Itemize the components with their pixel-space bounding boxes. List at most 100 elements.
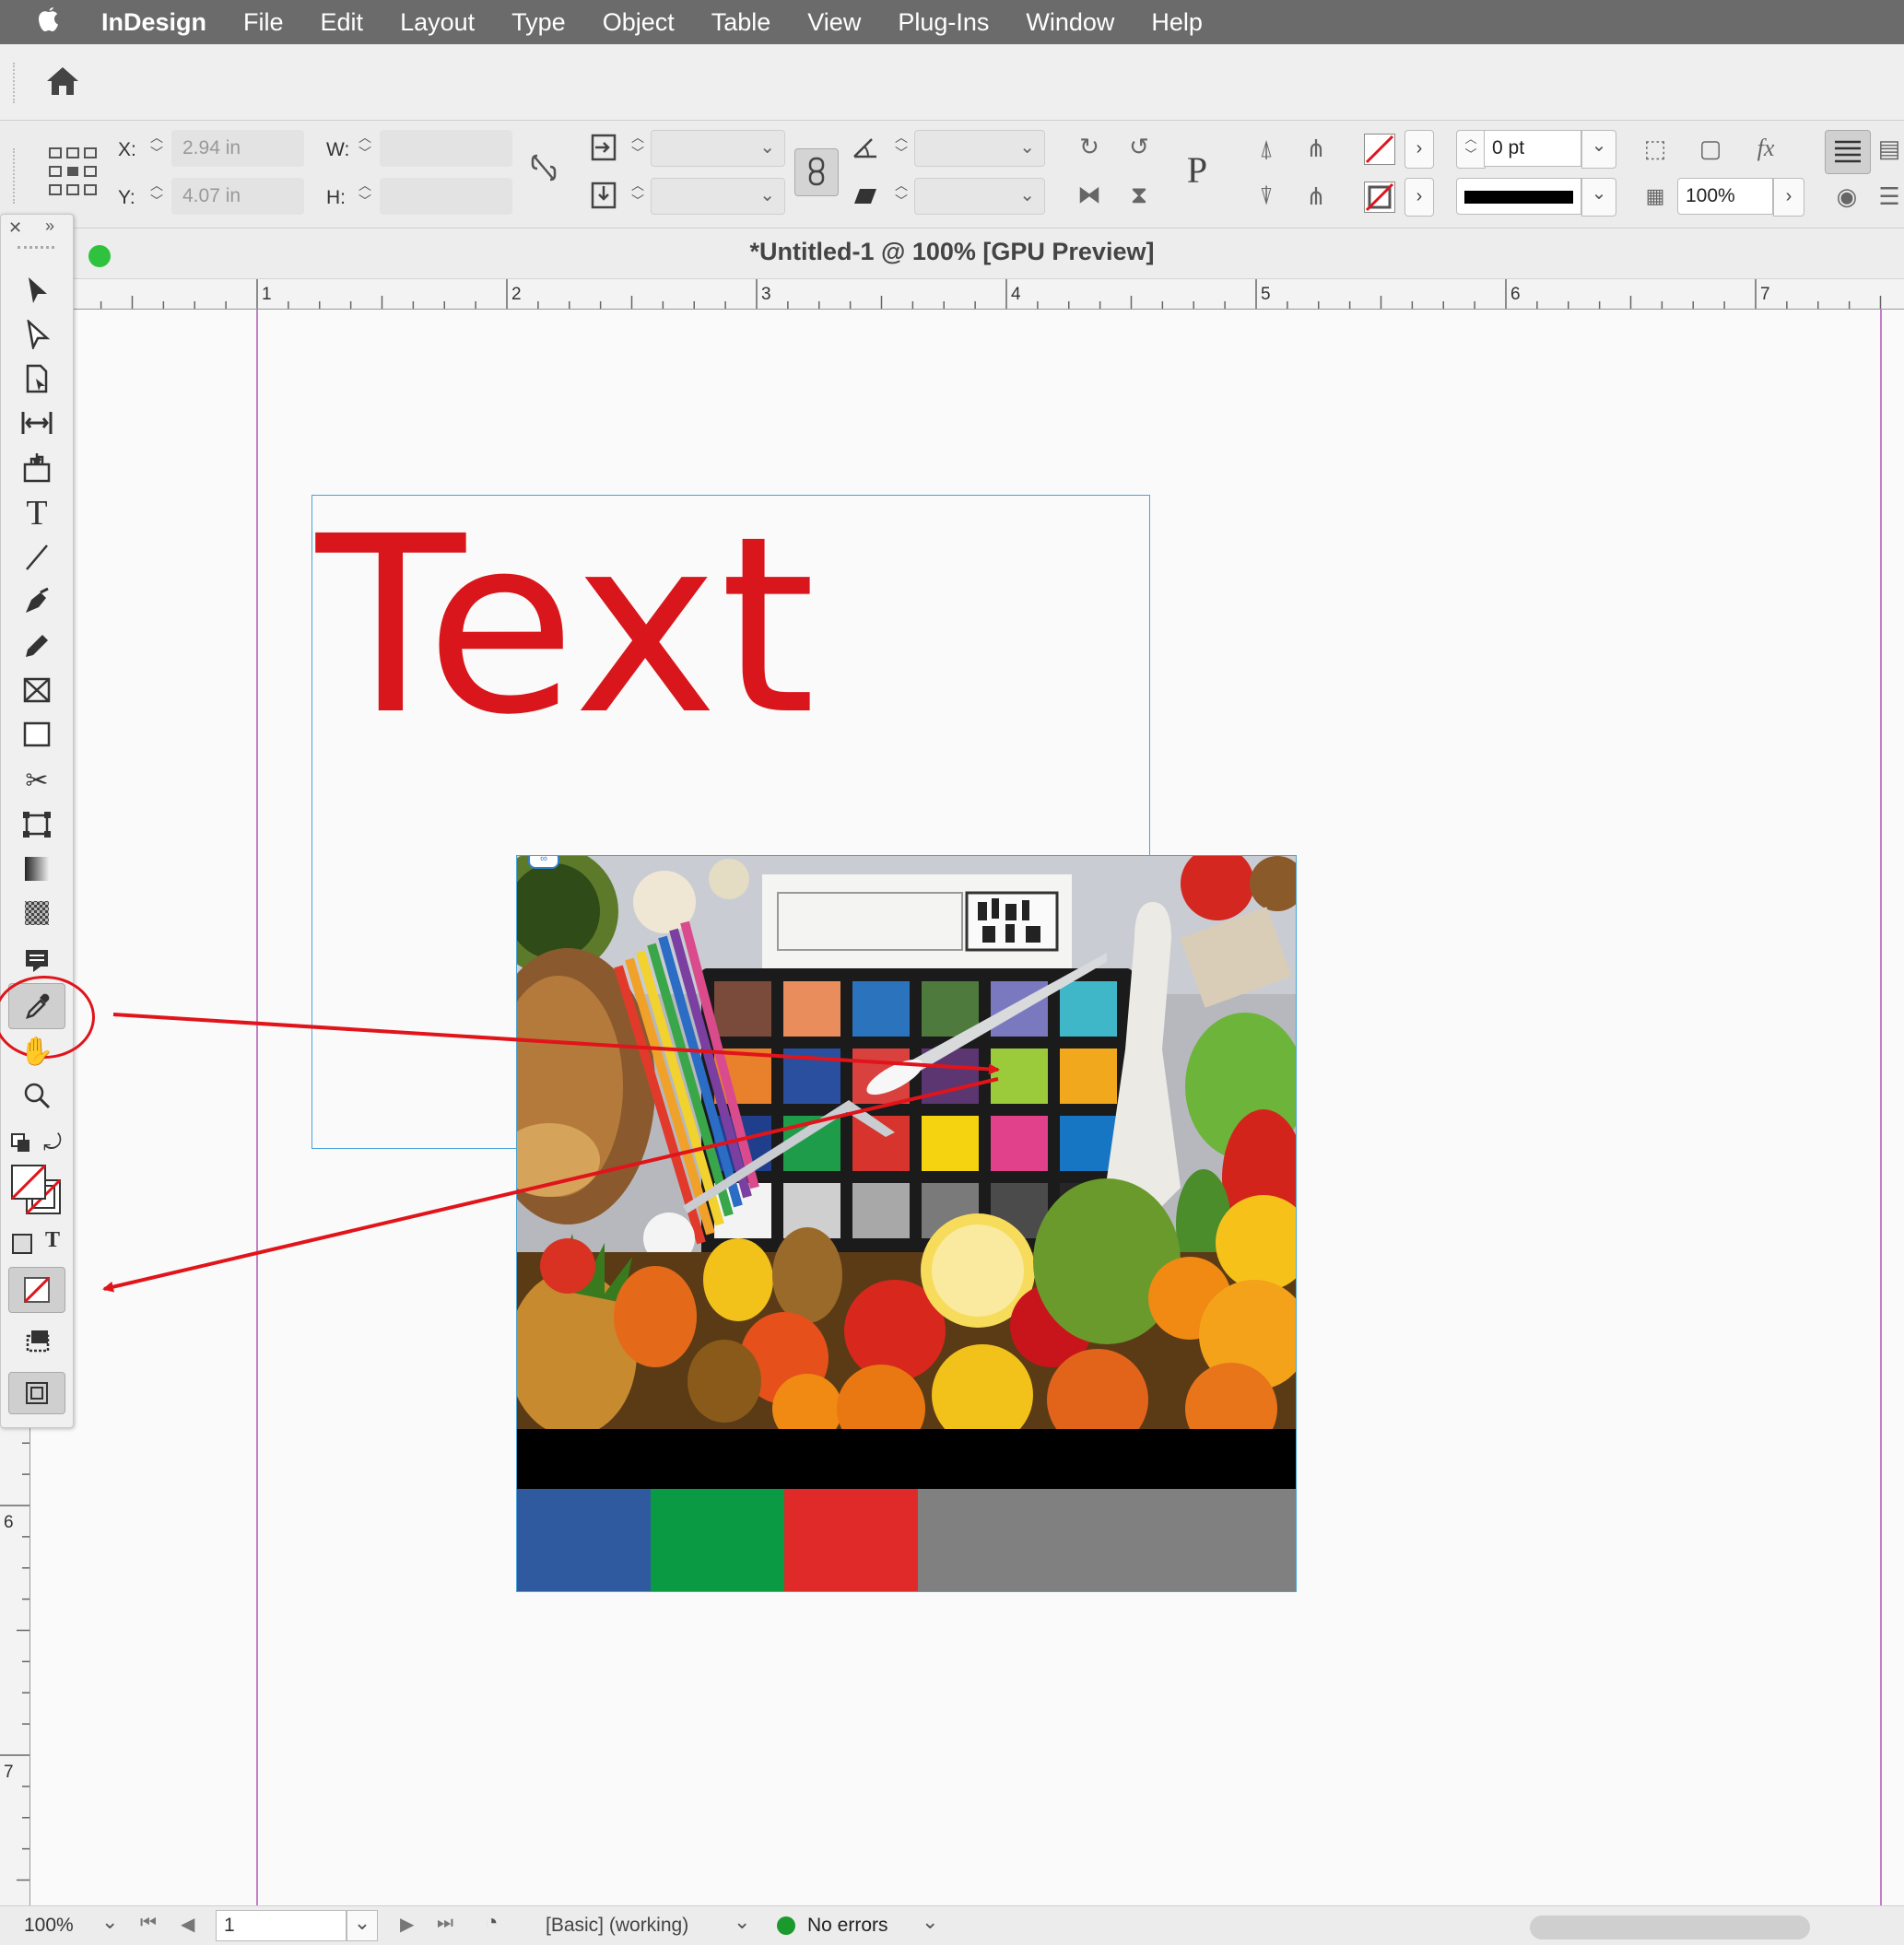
h-stepper[interactable]: ︿ ﹀	[354, 178, 376, 215]
w-stepper[interactable]: ︿ ﹀	[354, 130, 376, 167]
x-field[interactable]: 2.94 in	[171, 130, 304, 167]
text-wrap-jump-icon[interactable]: ☰	[1871, 178, 1904, 215]
flip-vertical-icon[interactable]: ⧗	[1121, 176, 1158, 213]
opacity-dropdown[interactable]: ›	[1773, 178, 1804, 217]
grip-handle[interactable]	[13, 148, 15, 204]
y-field[interactable]: 4.07 in	[171, 178, 304, 215]
stroke-swatch-dropdown[interactable]: ›	[1404, 178, 1434, 217]
view-mode-icon[interactable]	[8, 1372, 65, 1414]
close-panel-icon[interactable]: ✕	[8, 218, 22, 238]
menu-type[interactable]: Type	[493, 8, 584, 37]
menu-layout[interactable]: Layout	[382, 8, 493, 37]
hand-tool-icon[interactable]: ✋	[8, 1031, 65, 1072]
previous-page-icon[interactable]: ◀	[181, 1913, 194, 1936]
stroke-swatch-none-icon[interactable]	[1364, 182, 1395, 213]
text-wrap-none-icon[interactable]	[1825, 130, 1871, 174]
x-stepper[interactable]: ︿ ﹀	[146, 130, 168, 167]
menu-edit[interactable]: Edit	[302, 8, 382, 37]
y-stepper[interactable]: ︿ ﹀	[146, 178, 168, 215]
formatting-container-icon[interactable]	[12, 1234, 32, 1254]
fx-effects-icon[interactable]: fx	[1747, 130, 1784, 167]
text-wrap-bounding-icon[interactable]: ▤	[1871, 130, 1904, 167]
page-number-field[interactable]: 1	[216, 1910, 347, 1941]
page-tool-icon[interactable]	[8, 358, 65, 399]
pen-tool-icon[interactable]	[8, 581, 65, 622]
select-previous-object-icon[interactable]: ⋔	[1298, 130, 1334, 167]
rotate-counterclockwise-icon[interactable]: ↺	[1121, 128, 1158, 165]
panel-grip[interactable]	[18, 246, 54, 249]
constrain-scale-icon[interactable]	[794, 148, 839, 196]
content-collector-tool-icon[interactable]	[8, 447, 65, 487]
rotation-dropdown[interactable]: ⌄	[914, 130, 1045, 167]
apple-menu-icon[interactable]	[0, 6, 83, 40]
gap-tool-icon[interactable]	[8, 403, 65, 443]
type-tool-icon[interactable]: T	[8, 493, 65, 533]
select-container-icon[interactable]: ⍋	[1248, 130, 1285, 167]
menu-plug-ins[interactable]: Plug-Ins	[879, 8, 1007, 37]
menu-view[interactable]: View	[789, 8, 879, 37]
rectangle-tool-icon[interactable]	[8, 714, 65, 755]
scale-x-stepper[interactable]: ︿ ﹀	[627, 130, 649, 167]
stroke-weight-field[interactable]: 0 pt	[1484, 130, 1581, 167]
shear-stepper[interactable]: ︿ ﹀	[890, 178, 912, 215]
screen-mode-icon[interactable]	[8, 1320, 65, 1361]
stroke-weight-stepper[interactable]: ︿ ﹀	[1456, 130, 1486, 169]
home-icon[interactable]	[44, 64, 85, 101]
next-page-icon[interactable]: ▶	[400, 1913, 414, 1936]
flip-horizontal-icon[interactable]: ⧓	[1071, 176, 1108, 213]
shear-dropdown[interactable]: ⌄	[914, 178, 1045, 215]
pencil-tool-icon[interactable]	[8, 626, 65, 666]
menu-help[interactable]: Help	[1133, 8, 1221, 37]
scale-y-dropdown[interactable]: ⌄	[651, 178, 785, 215]
fill-stroke-none-icon[interactable]	[10, 1164, 64, 1217]
expand-panel-icon[interactable]: »	[45, 217, 54, 236]
rotate-clockwise-icon[interactable]: ↻	[1071, 128, 1108, 165]
menu-table[interactable]: Table	[693, 8, 790, 37]
scale-y-stepper[interactable]: ︿ ﹀	[627, 178, 649, 215]
direct-selection-tool-icon[interactable]	[8, 314, 65, 355]
zoom-dropdown-icon[interactable]: ⌄	[101, 1910, 118, 1934]
gradient-swatch-tool-icon[interactable]	[8, 849, 65, 889]
grip-handle[interactable]	[13, 63, 17, 103]
w-field[interactable]	[380, 130, 512, 167]
first-page-icon[interactable]: ⏮	[140, 1913, 157, 1934]
frame-fitting-p-icon[interactable]: P	[1172, 145, 1222, 196]
formatting-text-icon[interactable]: T	[45, 1228, 60, 1253]
fill-swatch-dropdown[interactable]: ›	[1404, 130, 1434, 169]
preflight-profile[interactable]: [Basic] (working)	[546, 1915, 688, 1937]
preflight-profile-dropdown-icon[interactable]: ⌄	[734, 1910, 750, 1934]
preflight-errors-text[interactable]: No errors	[807, 1915, 888, 1937]
stroke-weight-dropdown[interactable]: ⌄	[1581, 130, 1616, 169]
fill-swatch-none-icon[interactable]	[1364, 134, 1395, 165]
select-content-icon[interactable]: ⍒	[1248, 178, 1285, 215]
menu-window[interactable]: Window	[1007, 8, 1133, 37]
rotation-stepper[interactable]: ︿ ﹀	[890, 130, 912, 167]
text-wrap-shape-icon[interactable]: ◉	[1828, 178, 1865, 215]
default-fill-stroke-icon[interactable]	[10, 1132, 32, 1154]
horizontal-scrollbar[interactable]	[1530, 1916, 1810, 1939]
line-tool-icon[interactable]	[8, 537, 65, 578]
selection-tool-icon[interactable]	[8, 270, 65, 310]
select-next-object-icon[interactable]: ⋔	[1298, 178, 1334, 215]
preflight-menu-dropdown-icon[interactable]: ⌄	[922, 1910, 938, 1934]
drop-shadow-icon[interactable]: ⬚	[1637, 130, 1674, 167]
scale-x-dropdown[interactable]: ⌄	[651, 130, 785, 167]
stroke-type-selector[interactable]	[1456, 178, 1581, 215]
scissors-tool-icon[interactable]: ✂	[8, 760, 65, 801]
menu-object[interactable]: Object	[584, 8, 693, 37]
h-field[interactable]	[380, 178, 512, 215]
constrain-proportions-icon[interactable]	[525, 152, 562, 189]
gradient-feather-tool-icon[interactable]	[8, 893, 65, 933]
page-dropdown-icon[interactable]: ⌄	[347, 1910, 378, 1941]
last-page-icon[interactable]: ⏭	[437, 1913, 453, 1934]
free-transform-tool-icon[interactable]	[8, 804, 65, 845]
rectangle-frame-tool-icon[interactable]	[8, 670, 65, 710]
frame-icon[interactable]: ▢	[1692, 130, 1729, 167]
reference-point-icon[interactable]	[48, 146, 98, 196]
menu-file[interactable]: File	[225, 8, 302, 37]
stroke-type-dropdown[interactable]: ⌄	[1581, 178, 1616, 217]
horizontal-ruler[interactable]: 1 2 3 4 5 6 7	[74, 279, 1904, 310]
pasteboard[interactable]: Text ∞	[30, 310, 1904, 1910]
document-open-icon[interactable]: ◔	[485, 1910, 499, 1936]
apply-none-icon[interactable]	[8, 1267, 65, 1313]
